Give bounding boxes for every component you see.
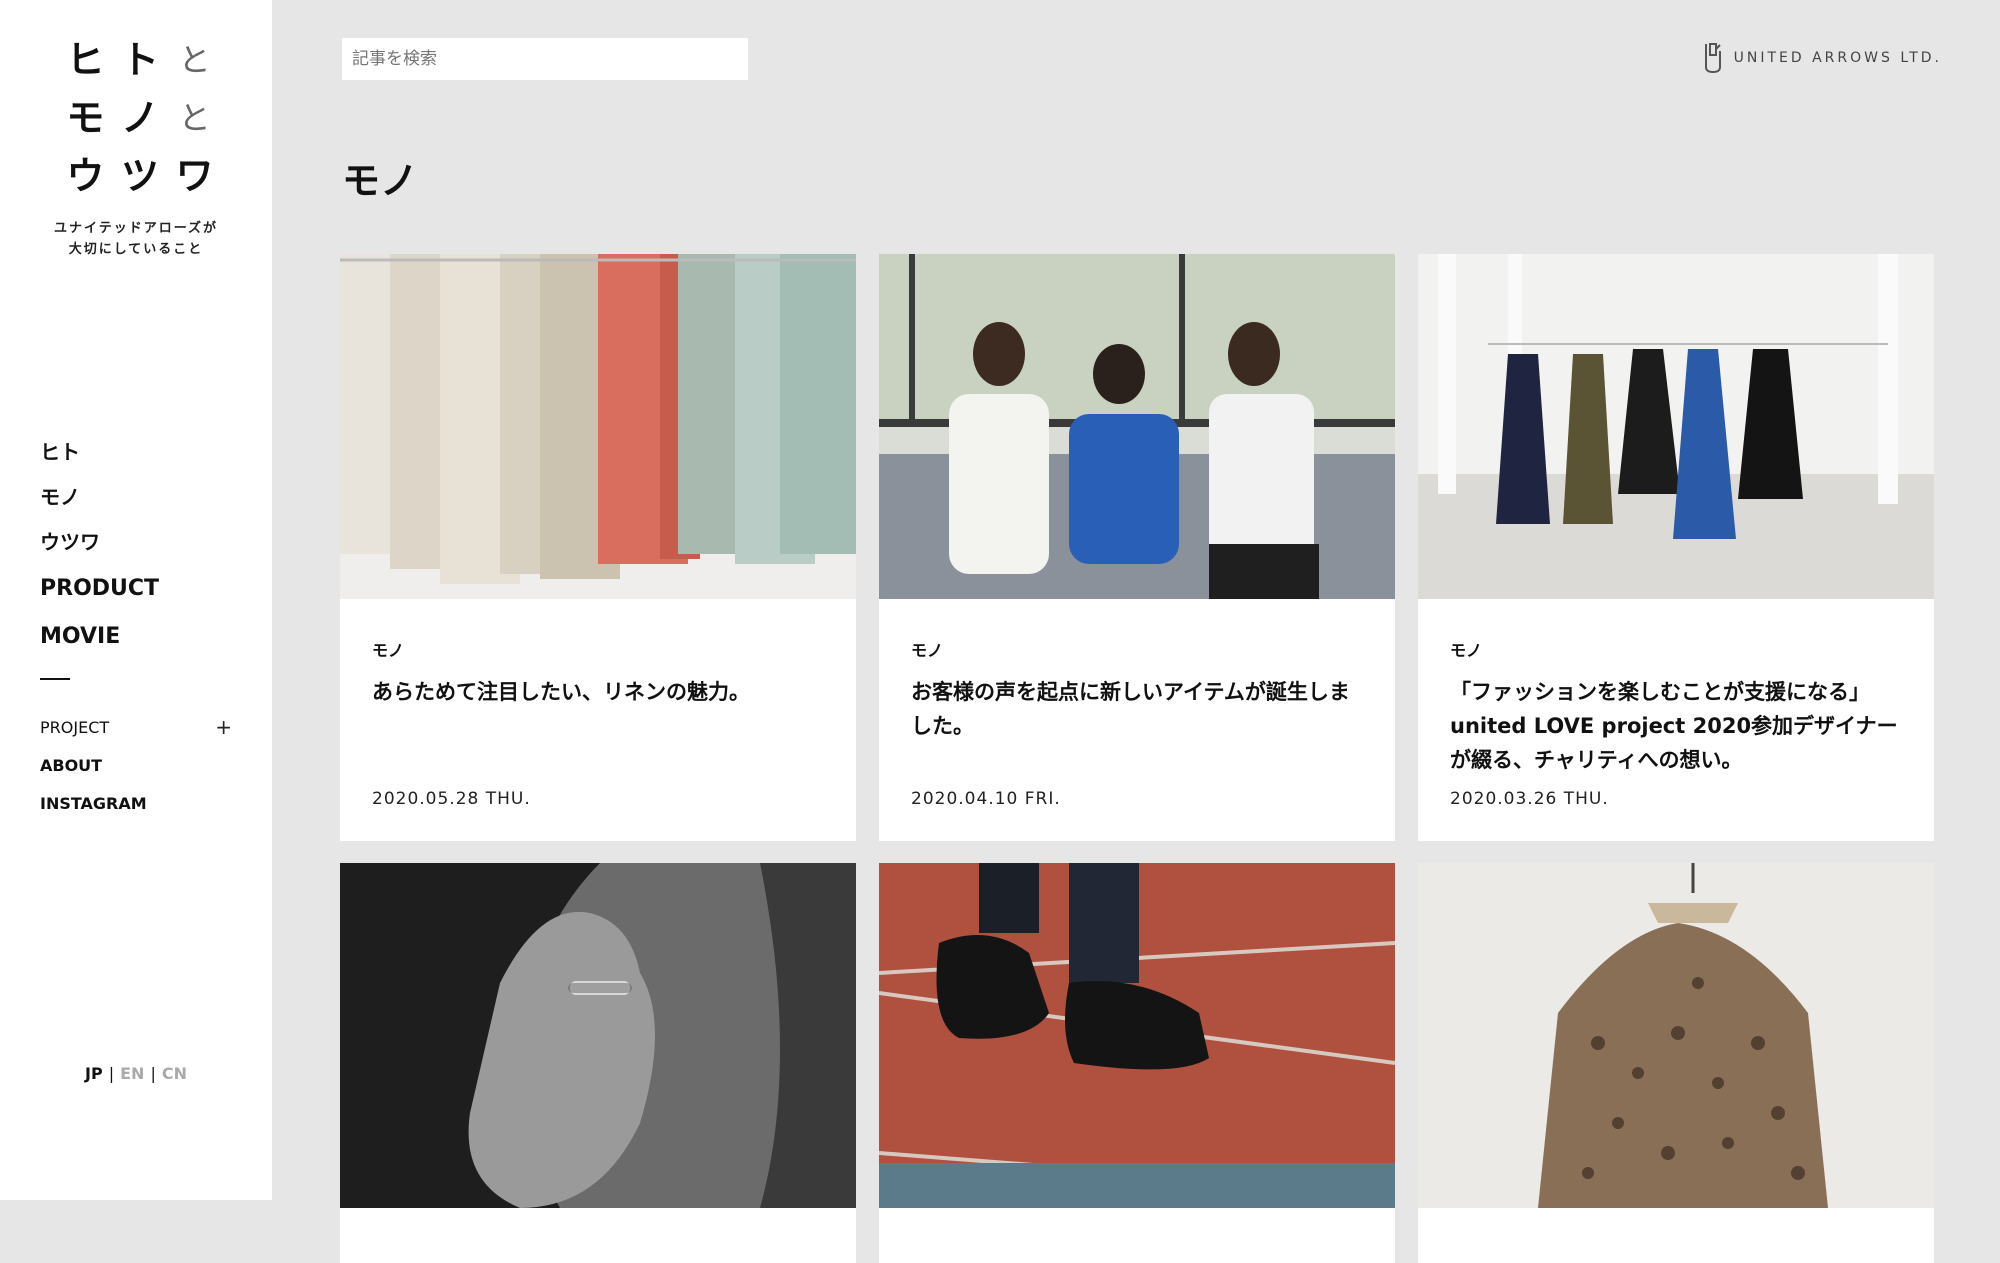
nav-item-utsuwa[interactable]: ウツワ [40, 520, 159, 565]
logo-char: と [178, 41, 211, 79]
logo-grid: ヒ ト と モ ノ と ウ ツ ワ [58, 38, 222, 198]
article-photo-shoes-track [879, 863, 1395, 1208]
logo-char: ノ [120, 96, 159, 140]
article-body: モノ あらためて注目したい、リネンの魅力。 2020.05.28 THU. [340, 599, 856, 841]
article-card[interactable]: モノ 「ファッションを楽しむことが支援になる」united LOVE proje… [1418, 254, 1934, 841]
logo-char: と [178, 99, 211, 137]
main-nav: ヒト モノ ウツワ PRODUCT MOVIE [40, 430, 159, 661]
lang-cn[interactable]: CN [162, 1064, 187, 1083]
brand-name: UNITED ARROWS LTD. [1733, 50, 1942, 66]
logo-char: ウ [66, 154, 105, 198]
logo-char: ヒ [66, 38, 105, 82]
article-body: モノ 「ファッションを楽しむことが支援になる」united LOVE proje… [1418, 599, 1934, 841]
article-photo-dresses [1418, 254, 1934, 599]
nav-instagram-label: INSTAGRAM [40, 793, 147, 813]
lang-en[interactable]: EN [120, 1064, 144, 1083]
tagline-line: ユナイテッドアローズが [53, 221, 219, 236]
article-date: 2020.03.26 THU. [1450, 789, 1609, 809]
article-photo-three-people [879, 254, 1395, 599]
article-photo-linen-shirts [340, 254, 856, 599]
article-category: モノ [1450, 641, 1483, 660]
nav-item-project[interactable]: PROJECT + [40, 708, 232, 746]
sidebar: ヒ ト と モ ノ と ウ ツ ワ ユナイテッドアローズが 大切にしていること … [0, 0, 272, 1200]
nav-about-label: ABOUT [40, 755, 103, 775]
nav-item-about[interactable]: ABOUT [40, 746, 232, 784]
logo-char: ツ [120, 154, 159, 198]
article-card[interactable] [340, 863, 856, 1263]
nav-divider [40, 678, 70, 680]
article-date: 2020.05.28 THU. [372, 789, 531, 809]
tagline: ユナイテッドアローズが 大切にしていること [0, 218, 272, 260]
article-card[interactable]: モノ あらためて注目したい、リネンの魅力。 2020.05.28 THU. [340, 254, 856, 841]
article-category: モノ [911, 641, 944, 660]
article-date: 2020.04.10 FRI. [911, 789, 1061, 809]
nav-item-instagram[interactable]: INSTAGRAM [40, 784, 232, 822]
nav-item-movie[interactable]: MOVIE [40, 613, 159, 661]
logo-char: ワ [175, 154, 214, 198]
article-title[interactable]: お客様の声を起点に新しいアイテムが誕生しました。 [911, 675, 1363, 743]
article-title[interactable]: あらためて注目したい、リネンの魅力。 [372, 675, 824, 709]
search-input[interactable] [342, 38, 748, 80]
nav-project-label: PROJECT [40, 717, 110, 737]
lang-jp[interactable]: JP [85, 1064, 103, 1083]
tagline-line: 大切にしていること [68, 242, 204, 257]
lang-separator: | [150, 1064, 156, 1083]
logo-char: モ [66, 96, 105, 140]
article-card[interactable] [879, 863, 1395, 1263]
sub-nav: PROJECT + ABOUT INSTAGRAM [40, 708, 232, 822]
article-category: モノ [372, 641, 405, 660]
page-title: モノ [342, 159, 419, 203]
united-arrows-logo-icon [1704, 43, 1721, 74]
article-body: モノ お客様の声を起点に新しいアイテムが誕生しました。 2020.04.10 F… [879, 599, 1395, 841]
article-card[interactable]: モノ お客様の声を起点に新しいアイテムが誕生しました。 2020.04.10 F… [879, 254, 1395, 841]
nav-item-product[interactable]: PRODUCT [40, 565, 159, 613]
article-card[interactable] [1418, 863, 1934, 1263]
nav-item-hito[interactable]: ヒト [40, 430, 159, 475]
article-title[interactable]: 「ファッションを楽しむことが支援になる」united LOVE project … [1450, 675, 1902, 777]
brand-logo[interactable]: UNITED ARROWS LTD. [1702, 40, 1942, 76]
nav-item-mono[interactable]: モノ [40, 475, 159, 520]
plus-icon[interactable]: + [215, 717, 232, 737]
article-grid: モノ あらためて注目したい、リネンの魅力。 2020.05.28 THU. モノ… [340, 254, 1935, 1263]
logo-char: ト [120, 38, 159, 82]
lang-separator: | [108, 1064, 115, 1083]
language-switcher: JP | EN | CN [0, 1064, 272, 1083]
article-photo-leopard-coat [1418, 863, 1934, 1208]
article-photo-ring-hand [340, 863, 856, 1208]
